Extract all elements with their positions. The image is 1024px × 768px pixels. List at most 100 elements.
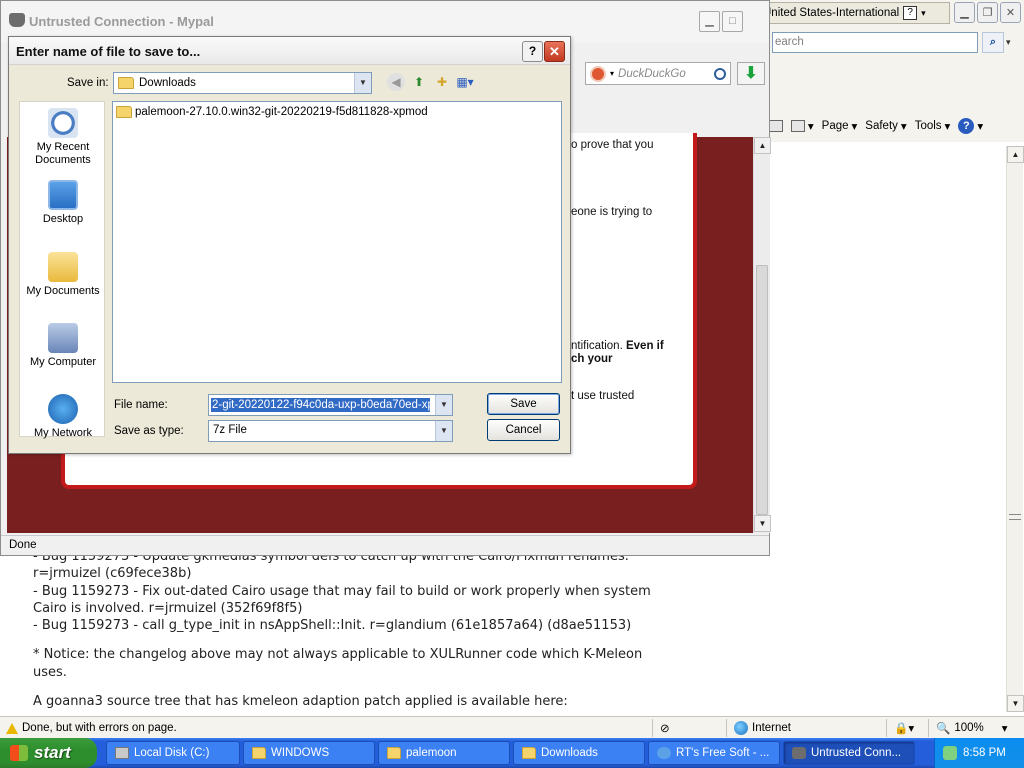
ie-search-input[interactable]: earch [772, 32, 978, 53]
ie-search-button[interactable]: ⌕ [982, 32, 1004, 53]
place-label: My Computer [29, 356, 97, 368]
save-as-type-select[interactable]: 7z File ▼ [208, 420, 453, 442]
place-my-network[interactable]: My Network [20, 394, 106, 440]
ie-vertical-scrollbar[interactable]: ▲ ▼ [1006, 146, 1024, 712]
task-label: Untrusted Conn... [811, 747, 902, 759]
save-file-dialog: Enter name of file to save to... ? ✕ Sav… [8, 36, 571, 454]
taskbar: start Local Disk (C:) WINDOWS palemoon D… [0, 738, 1024, 768]
recent-documents-icon [48, 108, 78, 138]
feeds-button[interactable] [768, 120, 783, 132]
protected-mode-icon[interactable]: 🔒▾ [894, 720, 914, 736]
page-text-fragment: o prove that you [571, 139, 654, 151]
language-options-icon[interactable]: ▾ [921, 8, 926, 19]
page-vertical-scrollbar[interactable]: ▲ ▼ [753, 137, 771, 533]
mypal-minimize-button[interactable]: ▁ [699, 11, 720, 32]
clock[interactable]: 8:58 PM [963, 747, 1006, 759]
help-icon[interactable]: ? [903, 6, 918, 20]
dialog-close-button[interactable]: ✕ [544, 41, 565, 62]
network-tray-icon[interactable] [943, 746, 957, 760]
help-menu[interactable]: ? ▾ [958, 118, 983, 134]
blocked-icon[interactable]: ⊘ [660, 720, 670, 736]
task-label: WINDOWS [271, 747, 330, 759]
tools-menu[interactable]: Tools ▾ [915, 119, 951, 133]
place-desktop[interactable]: Desktop [20, 180, 106, 226]
zone-indicator[interactable]: Internet [734, 720, 791, 736]
dialog-title: Enter name of file to save to... [16, 44, 201, 59]
ie-search-options-icon[interactable]: ▾ [1006, 32, 1018, 53]
language-bar[interactable]: United States-International ? ▾ [740, 2, 950, 24]
help-circle-icon: ? [958, 118, 975, 134]
warning-icon [6, 722, 18, 734]
page-scroll-thumb[interactable] [756, 265, 768, 515]
place-my-documents[interactable]: My Documents [20, 252, 106, 298]
save-as-type-label: Save as type: [114, 425, 184, 437]
ie-restore-button[interactable]: ❐ [977, 2, 998, 23]
start-button[interactable]: start [0, 738, 97, 768]
chevron-down-icon[interactable]: ▼ [435, 421, 452, 441]
place-my-computer[interactable]: My Computer [20, 323, 106, 369]
ie-minimize-button[interactable]: ▁ [954, 2, 975, 23]
ie-close-button[interactable]: ✕ [1000, 2, 1021, 23]
up-folder-icon[interactable]: ⬆ [410, 73, 428, 91]
changelog-link-intro: A goanna3 source tree that has kmeleon a… [33, 694, 568, 710]
folder-icon [387, 747, 401, 759]
file-name-label: File name: [114, 399, 168, 411]
scroll-down-icon[interactable]: ▼ [1007, 695, 1024, 712]
task-palemoon[interactable]: palemoon [378, 741, 510, 765]
dialog-help-button[interactable]: ? [522, 41, 543, 62]
safety-menu[interactable]: Safety ▾ [865, 119, 906, 133]
list-item[interactable]: palemoon-27.10.0.win32-git-20220219-f5d8… [116, 106, 428, 118]
page-text-fragment: eone is trying to [571, 206, 653, 218]
download-arrow-icon: ⬇ [744, 65, 758, 82]
zoom-dropdown-icon: ▾ [1001, 723, 1008, 735]
page-menu[interactable]: Page ▾ [822, 119, 858, 133]
globe-icon [734, 721, 748, 735]
web-search-input[interactable]: ▾ DuckDuckGo [585, 62, 731, 85]
zoom-control[interactable]: 🔍 100% ▾ [936, 720, 1008, 736]
dialog-nav-toolbar: ◀ ⬆ ✚ ▦▾ [387, 73, 474, 91]
status-divider [928, 719, 929, 737]
file-list[interactable]: palemoon-27.10.0.win32-git-20220219-f5d8… [112, 101, 562, 383]
changelog-content: - Bug 1159273 - Update gkmedias symbol d… [33, 548, 673, 722]
safety-menu-label: Safety [865, 120, 898, 132]
search-icon[interactable] [714, 67, 726, 80]
downloads-button[interactable]: ⬇ [737, 62, 765, 85]
my-computer-icon [48, 323, 78, 353]
task-local-disk[interactable]: Local Disk (C:) [106, 741, 240, 765]
task-windows[interactable]: WINDOWS [243, 741, 375, 765]
save-in-value: Downloads [139, 77, 196, 89]
place-my-recent-documents[interactable]: My Recent Documents [20, 108, 106, 167]
file-name-field[interactable]: 2-git-20220122-f94c0da-uxp-b0eda70ed-xpm… [208, 394, 453, 416]
chevron-down-icon[interactable]: ▼ [354, 73, 371, 93]
status-message-text: Done, but with errors on page. [22, 722, 177, 734]
task-label: Downloads [541, 747, 598, 759]
zoom-icon: 🔍 [936, 723, 951, 735]
cancel-button[interactable]: Cancel [487, 419, 560, 441]
scroll-grip[interactable] [1009, 514, 1021, 520]
place-label: My Network [33, 427, 93, 439]
task-label: RT's Free Soft - ... [676, 747, 770, 759]
places-bar: My Recent Documents Desktop My Documents… [19, 101, 106, 440]
mypal-maximize-button[interactable]: □ [722, 11, 743, 32]
new-folder-icon[interactable]: ✚ [433, 73, 451, 91]
duckduckgo-icon [590, 65, 606, 82]
task-downloads[interactable]: Downloads [513, 741, 645, 765]
page-scroll-up-icon[interactable]: ▲ [754, 137, 771, 154]
task-rt-free-soft[interactable]: RT's Free Soft - ... [648, 741, 780, 765]
folder-icon [522, 747, 536, 759]
ie-window-controls: ▁ ❐ ✕ [954, 2, 1021, 23]
page-scroll-down-icon[interactable]: ▼ [754, 515, 771, 532]
task-untrusted-connection[interactable]: Untrusted Conn... [783, 741, 915, 765]
dialog-title-bar[interactable]: Enter name of file to save to... ? ✕ [9, 37, 570, 65]
drive-icon [115, 747, 129, 759]
save-in-combo[interactable]: Downloads ▼ [113, 72, 372, 94]
print-button[interactable]: ▾ [790, 119, 814, 133]
view-menu-icon[interactable]: ▦▾ [456, 73, 474, 91]
mypal-window-controls: ▁ □ [699, 11, 743, 32]
engine-dropdown-icon[interactable]: ▾ [610, 69, 614, 78]
back-icon[interactable]: ◀ [387, 73, 405, 91]
chevron-down-icon[interactable]: ▼ [435, 395, 452, 415]
scroll-up-icon[interactable]: ▲ [1007, 146, 1024, 163]
status-message[interactable]: Done, but with errors on page. [6, 720, 177, 736]
save-button[interactable]: Save [487, 393, 560, 415]
